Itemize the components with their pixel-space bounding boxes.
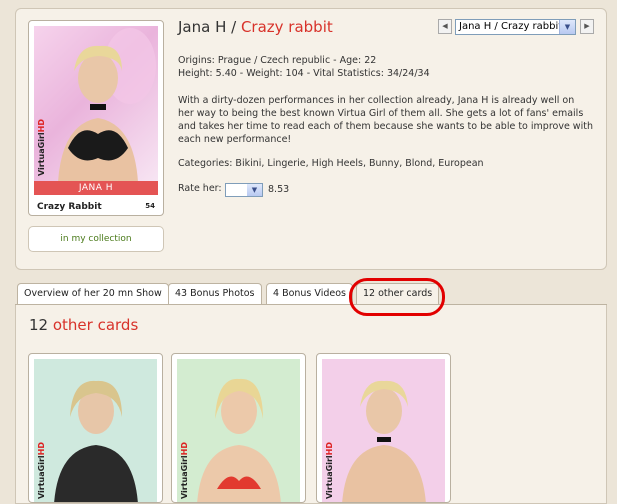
card-name-bar: JANA H <box>34 181 158 195</box>
description-text: With a dirty-dozen performances in her c… <box>178 95 593 145</box>
model-portrait-image <box>58 28 156 182</box>
show-name[interactable]: Crazy rabbit <box>241 18 333 36</box>
model-card[interactable]: VirtuaGirlHD JANA H Crazy Rabbit 54 <box>28 20 164 216</box>
tab-divider <box>15 304 607 305</box>
chevron-down-icon[interactable]: ▼ <box>559 20 575 34</box>
card-photo: VirtuaGirlHD <box>177 359 300 502</box>
model-name: Jana H / <box>178 18 241 36</box>
rate-label: Rate her: <box>178 183 222 194</box>
card-title: Crazy Rabbit <box>37 202 102 212</box>
virtuagirl-logo: VirtuaGirlHD <box>37 442 46 499</box>
cards-count: 12 <box>29 316 53 334</box>
card-photo: VirtuaGirlHD <box>34 26 158 182</box>
model-portrait-image <box>177 359 300 502</box>
card-photo: VirtuaGirlHD <box>34 359 157 502</box>
right-arrow-icon[interactable]: ▶ <box>580 19 594 34</box>
cards-label: other cards <box>52 316 139 334</box>
card-photo: VirtuaGirlHD <box>322 359 445 502</box>
tab-overview[interactable]: Overview of her 20 mn Show <box>17 283 169 305</box>
chevron-down-icon[interactable]: ▼ <box>247 184 262 196</box>
in-my-collection-button[interactable]: in my collection <box>28 226 164 252</box>
other-card-1[interactable]: VirtuaGirlHD <box>28 353 163 503</box>
model-portrait-image <box>322 359 445 502</box>
section-title: 12 other cards <box>29 316 138 334</box>
other-card-2[interactable]: VirtuaGirlHD <box>171 353 306 503</box>
other-card-3[interactable]: VirtuaGirlHD <box>316 353 451 503</box>
rating-value: 8.53 <box>268 184 290 195</box>
left-arrow-icon[interactable]: ◀ <box>438 19 452 34</box>
page-title: Jana H / Crazy rabbit <box>178 18 333 36</box>
virtuagirl-logo: VirtuaGirlHD <box>180 442 189 499</box>
red-highlight-circle <box>349 278 445 316</box>
card-title-row: Crazy Rabbit 54 <box>37 202 155 216</box>
virtuagirl-logo: VirtuaGirlHD <box>325 442 334 499</box>
tab-bonus-videos[interactable]: 4 Bonus Videos <box>266 283 353 305</box>
model-portrait-image <box>34 359 157 502</box>
show-select-value: Jana H / Crazy rabbit <box>459 21 563 32</box>
rating-select[interactable]: ▼ <box>225 183 263 197</box>
origins-text: Origins: Prague / Czech republic - Age: … <box>178 55 377 66</box>
categories-text: Categories: Bikini, Lingerie, High Heels… <box>178 158 484 169</box>
virtuagirl-logo: VirtuaGirlHD <box>37 119 46 176</box>
stats-text: Height: 5.40 - Weight: 104 - Vital Stati… <box>178 68 430 79</box>
show-select[interactable]: Jana H / Crazy rabbit ▼ <box>455 19 576 35</box>
card-number: 54 <box>145 202 155 210</box>
tab-bonus-photos[interactable]: 43 Bonus Photos <box>168 283 262 305</box>
